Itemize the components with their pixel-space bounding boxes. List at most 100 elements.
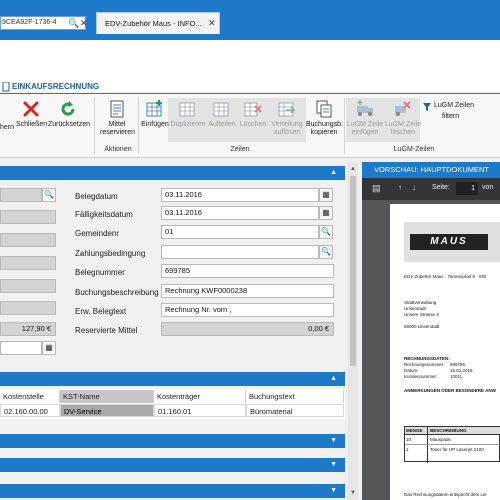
doc-addr3: Unsere Strasse 3 [404,312,439,317]
search-icon[interactable]: 🔍 [42,188,56,202]
grid-cell-kostentraeger[interactable]: 01.160.01 [154,404,246,417]
zahlungsbedingung-field[interactable] [161,245,319,259]
vertical-scrollbar[interactable]: ▲ ▼ [348,162,358,500]
page-down-icon[interactable]: ↓ [412,183,416,192]
copy-booking-button[interactable]: Buchungsb. kopieren [306,100,343,137]
grid-header-kostenstelle[interactable]: Kostenstelle [0,390,60,403]
duplicate-label: Duplizieren [170,121,206,128]
zahlungsbedingung-label: Zahlungsbedingung [75,249,146,258]
reserve-funds-label-1: Mittel [108,121,126,128]
section-header-collapsed-1[interactable]: ▼ [0,434,345,448]
belegnummer-field[interactable]: 699785 [161,264,334,278]
expand-arrow-icon[interactable]: ▼ [330,458,337,472]
duplicate-row-button[interactable]: Duplizieren [170,100,206,129]
scrollbar-thumb[interactable] [350,176,356,366]
close-button[interactable]: Schließen [16,100,47,129]
grid-cell-kostenstelle[interactable]: 02.160.00.00 [0,404,60,417]
copy-booking-label-1: Buchungsb. [306,121,343,128]
left-amount-field[interactable]: 127,90 € [0,322,56,336]
doc-item2-qty: 1 [406,447,409,452]
lugm-filter-button[interactable]: LuGM Zeilen filtern [422,102,488,121]
section-header-main[interactable]: ▲ [0,166,345,180]
insert-row-button[interactable]: Einfügen [140,100,170,129]
ribbon-separator [94,98,95,154]
left-field-4[interactable] [0,256,56,270]
calendar-icon[interactable]: ▦ [319,188,333,202]
doc-col-desc: BESCHREIBUNG [430,428,467,433]
close-icon[interactable]: ✕ [80,16,88,30]
belegdatum-field[interactable]: 03.11.2016 [161,188,319,202]
grid-cell-buchungstext[interactable]: Büromaterial [246,404,344,417]
erw-belegtext-field[interactable]: Rechnung Nr. vom , [161,303,334,317]
truck-delete-icon [395,101,411,116]
split-row-button[interactable]: Aufteilen [206,100,238,129]
doc-r2-label: Datum: [404,368,419,373]
doc-col-qty: MENGE [406,428,423,433]
pdf-toolbar: ▤ ↑ ↓ Seite: 1 von [362,178,500,200]
left-field-1[interactable] [0,188,42,202]
left-date-field[interactable] [0,341,42,355]
grid-cell-kst-name[interactable]: DV-Service [60,404,154,417]
table-split-icon [213,102,229,117]
lugm-insert-button[interactable]: LuGM Zeile einfügen [346,100,384,137]
save-button[interactable]: hern [0,124,14,132]
section-header-lines[interactable]: ▲ [0,372,345,386]
page-label: Seite: [432,184,450,191]
scroll-up-icon[interactable]: ▲ [348,164,358,174]
tab-close-icon[interactable]: ✕ [208,12,216,34]
doc-r2-value: 15.01.2016 [450,368,473,373]
reset-button[interactable]: Zurücksetzen [48,100,91,129]
ribbon-toolbar: hern Schließen Zurücksetzen Mittel reser… [0,94,500,158]
grid-header-kostentraeger[interactable]: Kostenträger [154,390,246,403]
section-header-collapsed-2[interactable]: ▼ [0,458,345,472]
gemeindenr-field[interactable]: 01 [161,225,319,239]
browser-tab[interactable]: EDV-Zubehör Maus - INFO... [96,12,220,34]
table-delete-icon [244,102,262,117]
doc-r3-value: 10011 [450,374,463,379]
left-field-2[interactable] [0,210,56,224]
expand-arrow-icon[interactable]: ▼ [330,434,337,448]
doc-sender: EDV Zubehör Maus - Tannenpfad 8 - 555 [404,274,487,279]
buchungsbeschreibung-field[interactable]: Rechnung KWF0000238 [161,284,334,298]
tab-einkaufsrechnung[interactable]: EINKAUFSRECHNUNG [10,80,99,94]
sidebar-toggle-icon[interactable]: ▤ [372,183,381,194]
expand-arrow-icon[interactable]: ▼ [330,484,337,498]
scroll-down-icon[interactable]: ▼ [348,488,358,498]
search-icon[interactable]: 🔍 [319,225,333,239]
grid-header-buchungstext[interactable]: Buchungstext [246,390,344,403]
collapse-arrow-icon[interactable]: ▲ [330,166,337,180]
grid-document-icon [110,100,124,118]
ribbon-separator [138,98,139,154]
delete-row-button[interactable]: Löschen [238,100,268,129]
page-number-input[interactable]: 1 [456,182,478,195]
section-header-collapsed-3[interactable]: ▼ [0,484,345,498]
left-field-6[interactable] [0,301,56,315]
reservierte-mittel-field: 0,00 € [161,322,334,336]
doc-item2-desc: Toner für HP Laserjet 2100 [430,447,484,452]
faelligkeitsdatum-field[interactable]: 03.11.2016 [161,206,319,220]
lugm-insert-label-2: einfügen [351,129,379,136]
calendar-icon[interactable]: ▦ [42,341,56,355]
reserve-funds-label-2: reservieren [100,129,136,136]
left-field-5[interactable] [0,279,56,293]
doc-addr2: Unserstadt [404,306,426,311]
reservierte-mittel-label: Reservierte Mittel [75,326,138,335]
reserve-funds-button[interactable]: Mittel reservieren [100,100,136,137]
reset-label: Zurücksetzen [48,121,91,128]
lugm-delete-button[interactable]: LuGM Zeile löschen [384,100,422,137]
pdf-page: MAUS EDV Zubehör Maus - Tannenpfad 8 - 5… [390,204,500,500]
doc-items-divider [427,427,428,463]
doc-r1-label: Rechnungsnummer: [404,362,445,367]
maus-logo: MAUS [410,234,488,250]
collapse-arrow-icon[interactable]: ▲ [330,372,337,386]
calendar-icon[interactable]: ▦ [319,206,333,220]
split-label: Aufteilen [208,121,236,128]
dissolve-distribution-button[interactable]: Verteilung auflösen [268,100,306,137]
page-up-icon[interactable]: ↑ [398,183,402,192]
refresh-icon [61,101,75,116]
left-field-3[interactable] [0,233,56,247]
grid-header-kst-name[interactable]: KST-Name [60,390,154,403]
search-icon[interactable]: 🔍 [68,16,79,30]
ribbon-separator [344,98,345,154]
search-icon[interactable]: 🔍 [319,245,333,259]
